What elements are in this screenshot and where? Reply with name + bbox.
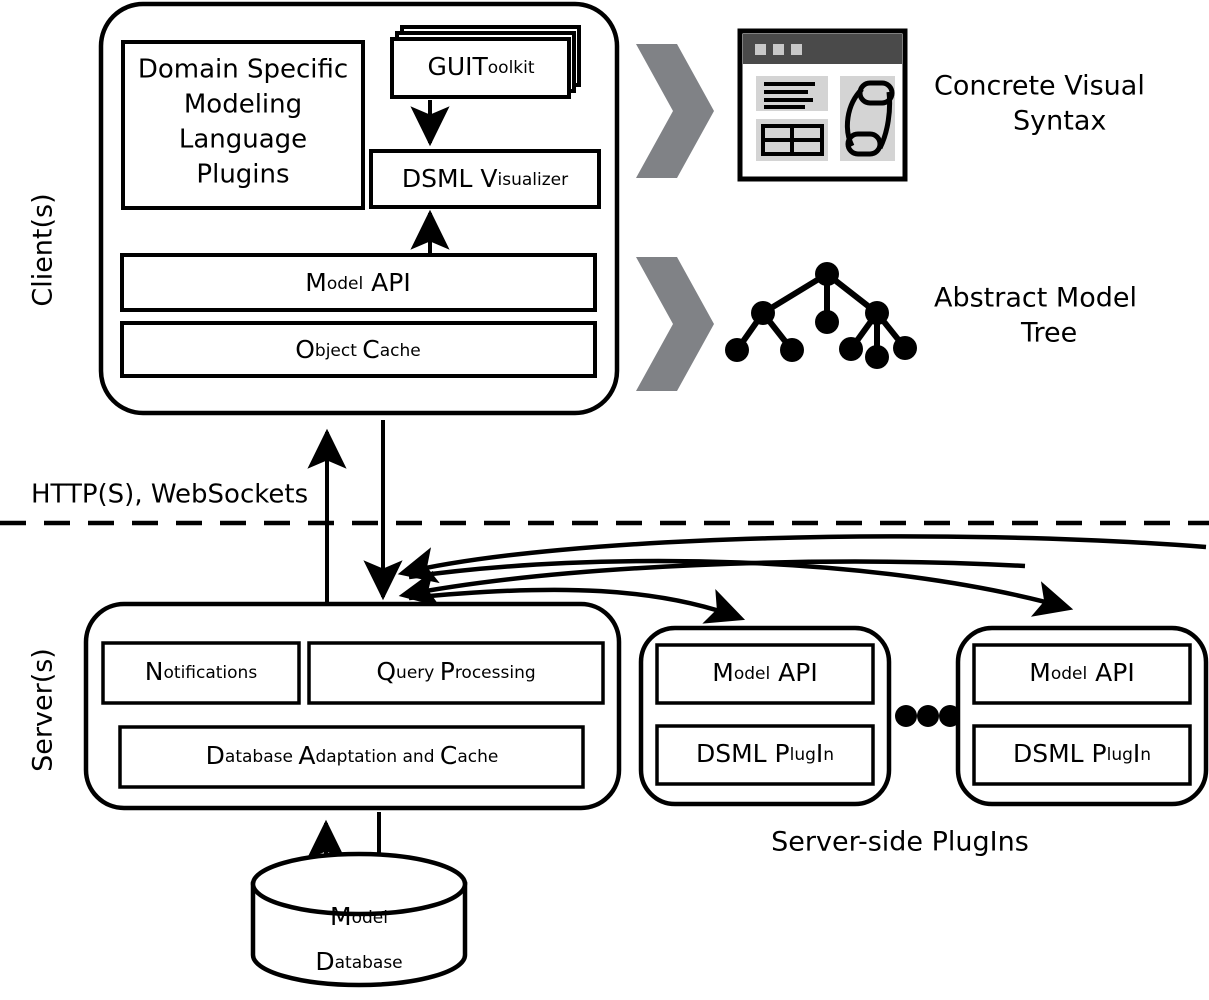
model-database-line1-small: odel	[352, 908, 388, 928]
plugin-2-model-api-small: odel	[1051, 664, 1087, 684]
query-processing-box[interactable]: Query Processing	[307, 641, 605, 705]
window-dot-3	[791, 44, 802, 55]
plugin-2-dsml-small2: n	[1140, 745, 1151, 765]
object-cache-small: bject	[315, 341, 362, 361]
dsml-plugins-line3: Language	[179, 125, 307, 155]
dsml-visualizer-box[interactable]: DSML Visualizer	[369, 149, 601, 209]
query-processing-small2: rocessing	[455, 663, 536, 683]
query-processing-big: Q	[376, 657, 396, 686]
tree-leaf-4	[865, 345, 889, 369]
notifications-box[interactable]: Notifications	[101, 641, 301, 705]
plugin-1-model-api-box[interactable]: Model API	[655, 643, 875, 705]
curve-server-to-plugin2	[408, 558, 1074, 617]
database-adaptation-big: D	[206, 741, 225, 770]
plugin-1-dsml-big: DSML P	[696, 739, 790, 768]
model-database-line1-big: M	[330, 902, 352, 931]
client-container: Domain Specific Modeling Language Plugin…	[98, 1, 620, 416]
tree-leaf-3	[839, 337, 863, 361]
client-side-label: Client(s)	[28, 193, 59, 306]
tree-graph-icon	[725, 262, 917, 369]
plugin-2-dsml-plugin-box[interactable]: DSML PlugIn	[972, 724, 1192, 786]
tree-leaf-5	[893, 336, 917, 360]
server-side-plugins-caption: Server-side PlugIns	[771, 827, 1029, 858]
abstract-model-tree-line2: Tree	[1020, 318, 1077, 349]
chevron-right-icon-bottom	[636, 257, 714, 391]
plugin-1-model-api-small: odel	[734, 664, 770, 684]
database-adaptation-small: atabase	[225, 747, 298, 767]
database-adaptation-box[interactable]: Database Adaptation and Cache	[118, 725, 585, 789]
gui-toolkit-box[interactable]: GUIToolkit	[390, 25, 581, 99]
client-model-api-box[interactable]: Model API	[120, 253, 597, 312]
concrete-visual-syntax-line1: Concrete Visual	[934, 71, 1145, 102]
database-cylinder-icon[interactable]: Model Database	[250, 851, 468, 988]
tree-node-right	[865, 301, 889, 325]
gui-toolkit-label-big: GUIT	[427, 52, 488, 81]
database-adaptation-small3: ache	[457, 747, 498, 767]
model-database-line2-big: D	[315, 947, 334, 976]
plugin-2-model-api-big2: API	[1087, 658, 1135, 687]
notifications-big: N	[145, 657, 164, 686]
server-plugin-1: Model API DSML PlugIn	[638, 625, 892, 807]
plugin-2-dsml-big2: I	[1133, 739, 1140, 768]
window-dot-2	[773, 44, 784, 55]
database-adaptation-big2: A	[298, 741, 315, 770]
query-processing-small: uery	[396, 663, 440, 683]
tree-node-root	[815, 262, 839, 286]
plugins-ellipsis	[895, 705, 961, 727]
server-container: Notifications Query Processing Database …	[83, 601, 622, 811]
window-mockup-icon	[737, 28, 908, 182]
dsml-plugins-line4: Plugins	[196, 160, 289, 190]
chevron-right-icon-top	[636, 44, 714, 178]
plugin-1-model-api-big2: API	[770, 658, 818, 687]
dsml-plugins-box[interactable]: Domain Specific Modeling Language Plugin…	[121, 40, 365, 210]
dsml-plugins-line1: Domain Specific	[138, 55, 348, 85]
window-dot-1	[755, 44, 766, 55]
object-cache-small2: ache	[380, 341, 421, 361]
plugin-2-dsml-big: DSML P	[1013, 739, 1107, 768]
tree-leaf-1	[725, 338, 749, 362]
plugin-1-dsml-small2: n	[823, 745, 834, 765]
database-cylinder-top	[250, 851, 468, 917]
gui-toolkit-label-small: oolkit	[488, 58, 535, 78]
notifications-small: otifications	[164, 663, 258, 683]
query-processing-big2: P	[440, 657, 455, 686]
abstract-model-tree-line1: Abstract Model	[934, 283, 1137, 314]
client-model-api-big: M	[305, 268, 327, 297]
object-cache-box[interactable]: Object Cache	[120, 321, 597, 378]
dsml-visualizer-label-big: DSML V	[402, 164, 498, 193]
dsml-plugins-line2: Modeling	[184, 90, 302, 120]
tree-leaf-2	[780, 338, 804, 362]
tree-node-left	[751, 301, 775, 325]
plugin-2-dsml-small: lug	[1107, 745, 1133, 765]
protocol-label: HTTP(S), WebSockets	[31, 480, 308, 510]
plugin-1-model-api-big: M	[712, 658, 734, 687]
window-mockup-titlebar	[743, 34, 902, 64]
client-model-api-big2: API	[363, 268, 411, 297]
plugin-1-dsml-plugin-box[interactable]: DSML PlugIn	[655, 724, 875, 786]
plugin-2-model-api-big: M	[1029, 658, 1051, 687]
architecture-diagram: Client(s) Server(s) Domain Specific Mode…	[0, 0, 1209, 1000]
plugin-2-model-api-box[interactable]: Model API	[972, 643, 1192, 705]
ellipsis-dot-2	[917, 705, 939, 727]
client-model-api-small: odel	[327, 274, 363, 294]
object-cache-big2: C	[362, 335, 379, 364]
ellipsis-dot-1	[895, 705, 917, 727]
database-adaptation-big3: C	[440, 741, 457, 770]
architecture-diagram-canvas: Client(s) Server(s) Domain Specific Mode…	[0, 1, 1209, 988]
server-side-label: Server(s)	[28, 648, 59, 772]
concrete-visual-syntax-line2: Syntax	[1013, 106, 1106, 137]
database-adaptation-small2: daptation and	[315, 747, 439, 767]
plugin-1-dsml-small: lug	[790, 745, 816, 765]
server-plugin-2: Model API DSML PlugIn	[955, 625, 1209, 807]
model-database-line2-small: atabase	[335, 953, 403, 973]
dsml-visualizer-label-small: isualizer	[498, 170, 569, 190]
tree-node-mid	[815, 310, 839, 334]
plugin-1-dsml-big2: I	[816, 739, 823, 768]
object-cache-big: O	[295, 335, 315, 364]
